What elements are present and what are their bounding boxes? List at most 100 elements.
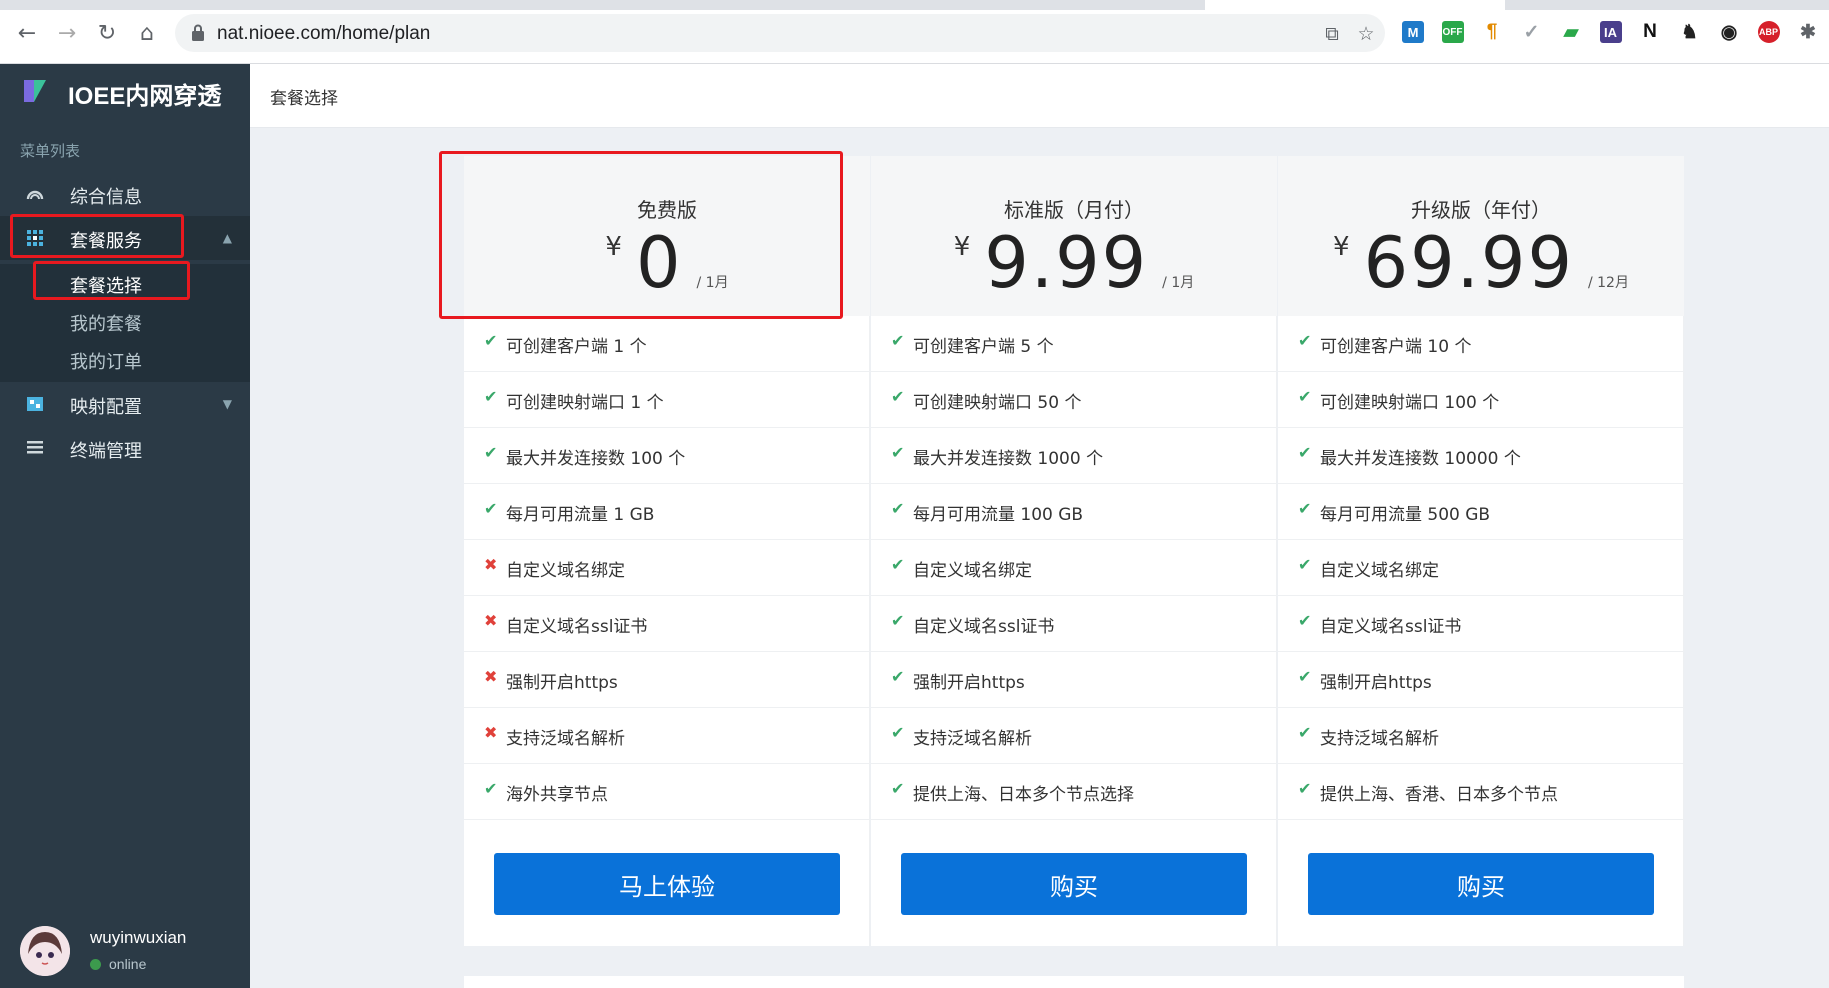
- feature-row: ✖ 自定义域名绑定: [464, 540, 870, 596]
- feature-row: ✔ 强制开启https: [1278, 652, 1684, 708]
- buy-button[interactable]: 购买: [1308, 853, 1654, 915]
- sidebar-item-label: 综合信息: [70, 187, 142, 208]
- puzzle-ext-icon[interactable]: ✱: [1797, 21, 1819, 43]
- feature-row: ✖ 强制开启https: [464, 652, 870, 708]
- price-amount: 69.99: [1363, 222, 1574, 304]
- abp-ext-icon[interactable]: ABP: [1757, 21, 1780, 43]
- dashboard-icon: [26, 190, 44, 200]
- menu-header: 菜单列表: [20, 142, 81, 160]
- feature-row: ✔ 支持泛域名解析: [1278, 708, 1684, 764]
- feature-text: 最大并发连接数 10000 个: [1320, 449, 1521, 469]
- n-ext-icon[interactable]: N: [1639, 21, 1661, 43]
- feature-row: ✔ 提供上海、日本多个节点选择: [871, 764, 1277, 820]
- knight-ext-icon[interactable]: ♞: [1679, 21, 1701, 43]
- try-now-button[interactable]: 马上体验: [494, 853, 840, 915]
- cross-icon: ✖: [484, 667, 498, 686]
- sidebar-item-overview[interactable]: 综合信息: [0, 172, 250, 216]
- feature-text: 支持泛域名解析: [913, 729, 1032, 749]
- home-icon[interactable]: ⌂: [132, 18, 162, 48]
- submenu-item-my-plan[interactable]: 我的套餐: [70, 310, 142, 336]
- feature-text: 提供上海、日本多个节点选择: [913, 785, 1134, 805]
- feature-text: 海外共享节点: [506, 785, 608, 805]
- price-period: / 1月: [1162, 275, 1195, 291]
- user-status-text: online: [109, 956, 147, 972]
- plan-price: ¥69.99 / 12月: [1278, 222, 1684, 312]
- check-icon: ✔: [891, 387, 905, 406]
- cross-icon: ✖: [484, 555, 498, 574]
- green-ext-icon[interactable]: ▰: [1560, 21, 1582, 43]
- check-icon: ✔: [484, 387, 498, 406]
- content-header: 套餐选择: [250, 64, 1829, 128]
- mask-ext-icon[interactable]: ◉: [1718, 21, 1740, 43]
- feature-text: 强制开启https: [506, 673, 618, 693]
- feature-row: ✔ 每月可用流量 500 GB: [1278, 484, 1684, 540]
- sidebar: IOEE内网穿透 菜单列表 综合信息 套餐服务 ▲ 套餐选择 我的套餐 我的订单…: [0, 64, 250, 988]
- feature-text: 最大并发连接数 100 个: [506, 449, 686, 469]
- check-icon: ✔: [1298, 779, 1312, 798]
- reload-icon[interactable]: ↻: [92, 18, 122, 48]
- plan-header: 标准版（月付） ¥9.99 / 1月: [871, 156, 1277, 316]
- currency-symbol: ¥: [953, 232, 971, 262]
- feature-row: ✔ 可创建映射端口 100 个: [1278, 372, 1684, 428]
- feature-text: 自定义域名绑定: [1320, 561, 1439, 581]
- feature-row: ✔ 支持泛域名解析: [871, 708, 1277, 764]
- avatar[interactable]: [20, 926, 70, 976]
- lock-icon: [192, 24, 204, 41]
- buy-button[interactable]: 购买: [901, 853, 1247, 915]
- feature-row: ✖ 支持泛域名解析: [464, 708, 870, 764]
- feature-text: 支持泛域名解析: [506, 729, 625, 749]
- check-icon: ✔: [1298, 331, 1312, 350]
- feature-row: ✔ 可创建映射端口 50 个: [871, 372, 1277, 428]
- check-icon: ✔: [1298, 611, 1312, 630]
- active-tab[interactable]: [1205, 0, 1505, 10]
- plan-price: ¥9.99 / 1月: [871, 222, 1277, 312]
- user-panel[interactable]: wuyinwuxian online: [0, 914, 250, 988]
- feature-text: 强制开启https: [913, 673, 1025, 693]
- check-icon: ✔: [891, 331, 905, 350]
- check-icon: ✔: [891, 667, 905, 686]
- sidebar-item-label: 映射配置: [70, 397, 142, 418]
- feature-text: 提供上海、香港、日本多个节点: [1320, 785, 1558, 805]
- feature-text: 可创建客户端 5 个: [913, 337, 1054, 357]
- brand[interactable]: IOEE内网穿透: [0, 64, 250, 124]
- plan-title: 标准版（月付）: [1004, 198, 1144, 222]
- check-icon: ✔: [891, 555, 905, 574]
- feature-text: 自定义域名ssl证书: [506, 617, 648, 637]
- translate-icon[interactable]: ⧉: [1321, 23, 1343, 45]
- plan-header: 升级版（年付） ¥69.99 / 12月: [1278, 156, 1684, 316]
- ia-ext-icon[interactable]: IA: [1599, 21, 1622, 43]
- highlight-free-plan: [439, 151, 843, 319]
- feature-text: 可创建映射端口 100 个: [1320, 393, 1500, 413]
- feature-row: ✔ 每月可用流量 1 GB: [464, 484, 870, 540]
- check-ext-icon[interactable]: ✓: [1521, 21, 1543, 43]
- check-icon: ✔: [1298, 723, 1312, 742]
- off-ext-icon[interactable]: OFF: [1441, 21, 1464, 43]
- submenu-item-my-orders[interactable]: 我的订单: [70, 348, 142, 374]
- m-ext-icon[interactable]: M: [1402, 21, 1424, 43]
- check-icon: ✔: [891, 611, 905, 630]
- feature-text: 可创建映射端口 50 个: [913, 393, 1082, 413]
- url-text[interactable]: nat.nioee.com/home/plan: [217, 23, 430, 45]
- check-icon: ✔: [1298, 667, 1312, 686]
- feature-text: 可创建映射端口 1 个: [506, 393, 664, 413]
- back-icon[interactable]: ←: [12, 18, 42, 48]
- sidebar-item-terminal[interactable]: 终端管理: [0, 426, 250, 470]
- feature-row: ✖ 自定义域名ssl证书: [464, 596, 870, 652]
- bookmark-star-icon[interactable]: ☆: [1355, 23, 1377, 45]
- feature-row: ✔ 可创建客户端 1 个: [464, 316, 870, 372]
- pilcrow-ext-icon[interactable]: ¶: [1481, 21, 1503, 43]
- mapping-icon: [27, 397, 43, 411]
- check-icon: ✔: [484, 331, 498, 350]
- forward-icon[interactable]: →: [52, 18, 82, 48]
- sidebar-item-mapping[interactable]: 映射配置 ▼: [0, 382, 250, 426]
- feature-row: ✔ 最大并发连接数 1000 个: [871, 428, 1277, 484]
- feature-row: ✔ 可创建客户端 5 个: [871, 316, 1277, 372]
- feature-row: ✔ 提供上海、香港、日本多个节点: [1278, 764, 1684, 820]
- tab-strip: [0, 0, 1829, 10]
- price-amount: 9.99: [984, 222, 1149, 304]
- check-icon: ✔: [1298, 443, 1312, 462]
- brand-logo-icon: [24, 80, 46, 102]
- lower-card: [464, 976, 1684, 988]
- check-icon: ✔: [1298, 555, 1312, 574]
- address-bar[interactable]: nat.nioee.com/home/plan ⧉ ☆: [175, 14, 1385, 52]
